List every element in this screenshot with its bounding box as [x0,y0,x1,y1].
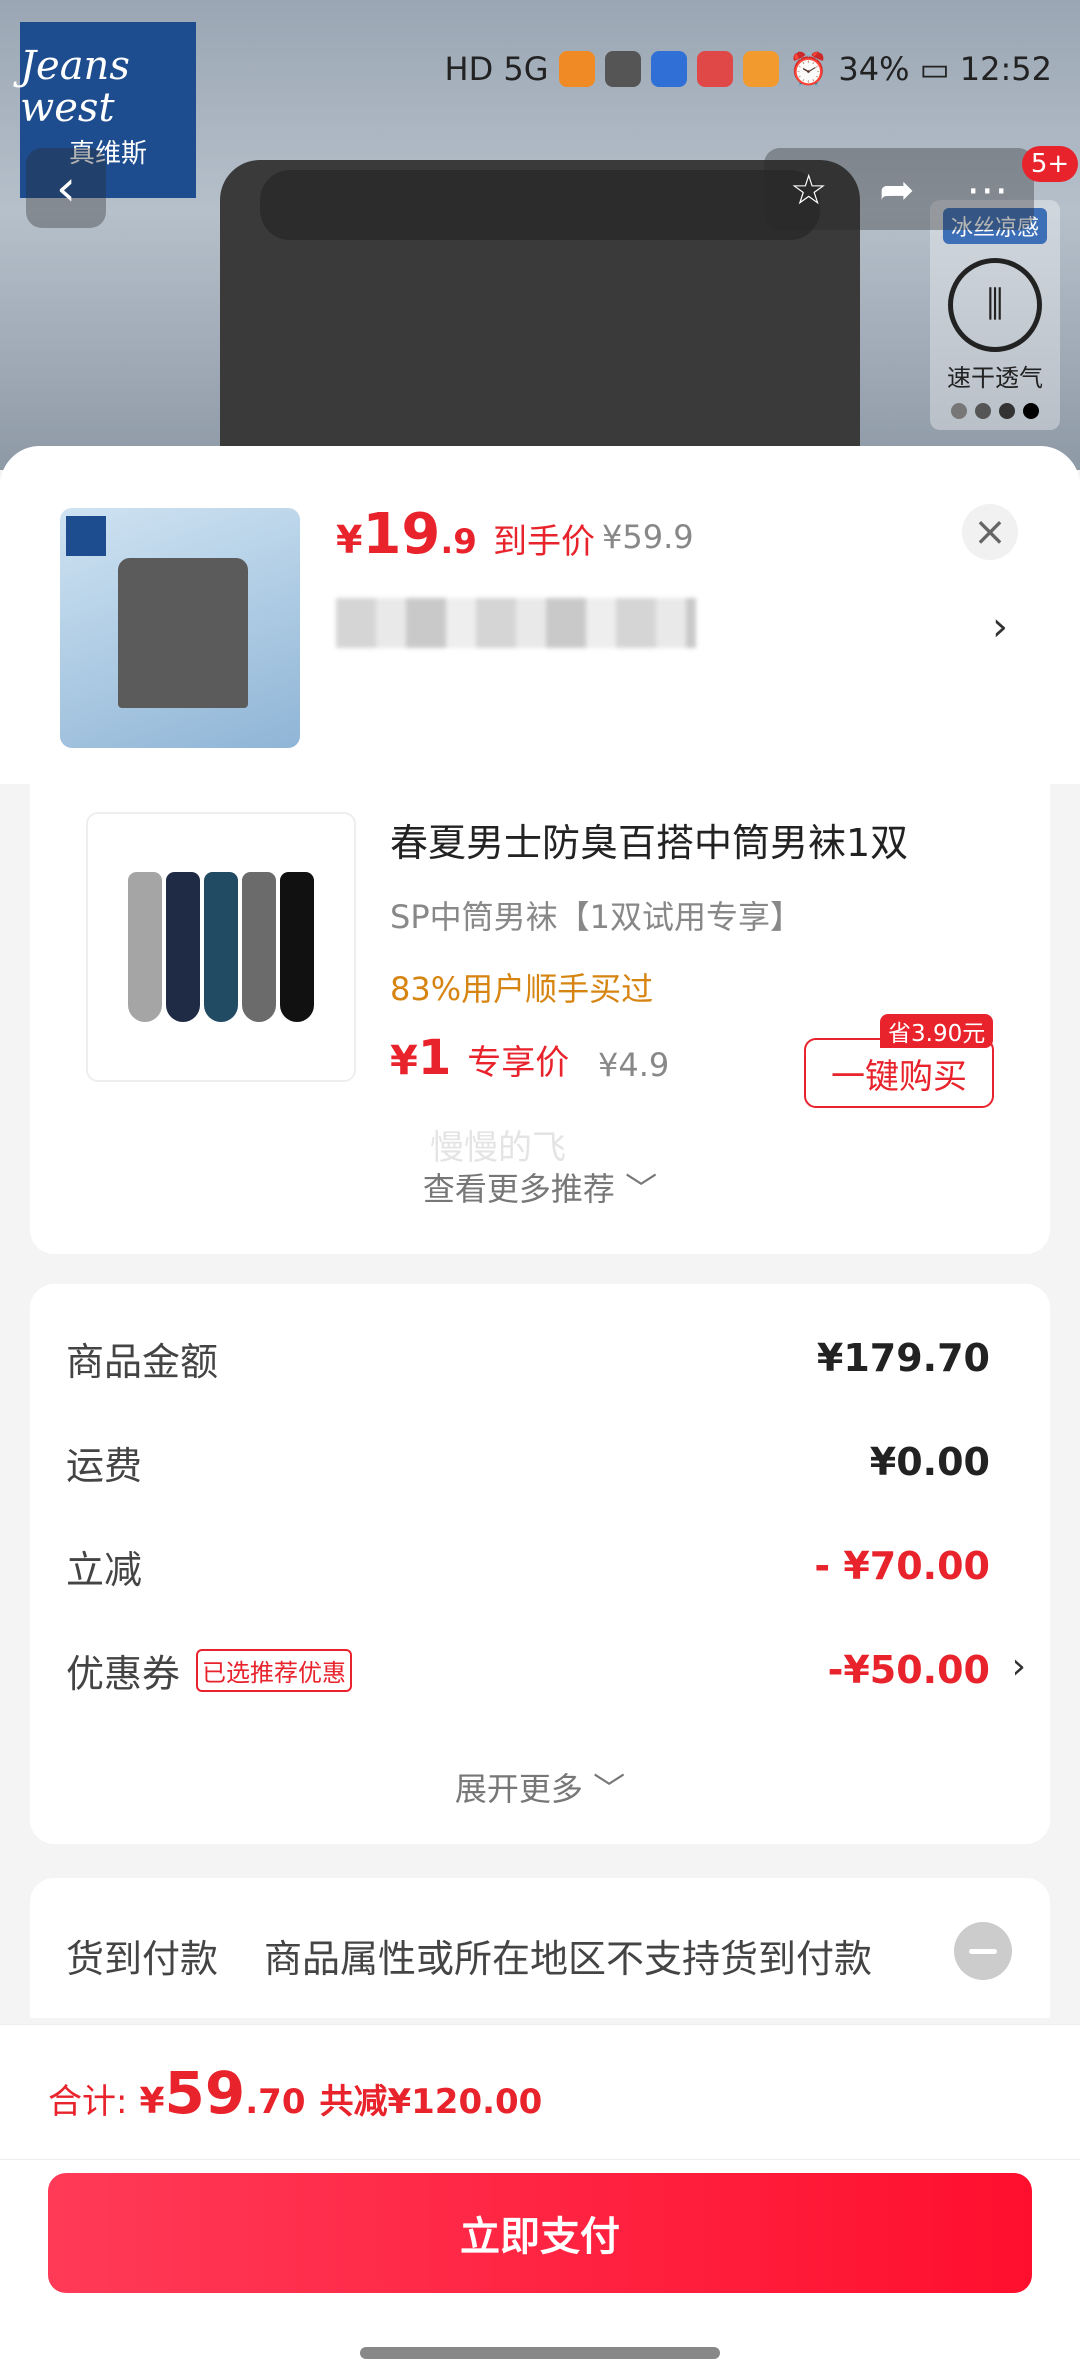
sheet-header: ¥ 19 .9 到手价 ¥59.9 × › [0,446,1080,784]
total-decimal: .70 [245,2082,306,2122]
price-currency: ¥ [336,518,363,562]
total-integer: 59 [164,2059,246,2127]
chevron-right-icon[interactable]: › [1012,1646,1026,1687]
summary-label: 优惠券 [66,1651,181,1696]
close-icon: × [973,509,1007,555]
summary-row-subtotal: 商品金额 ¥179.70 [66,1328,990,1388]
close-button[interactable]: × [962,504,1018,560]
socks-image[interactable] [86,812,356,1082]
reco-buyers: 83%用户顺手买过 [390,970,654,1008]
price-decimal: .9 [440,522,477,562]
share-icon[interactable]: ➦ [879,165,914,214]
summary-row-discount: 立减 - ¥70.00 [66,1536,990,1596]
coupon-label-group: 优惠券 已选推荐优惠 [66,1643,353,1698]
app-notification-icon [558,51,595,87]
one-click-buy-button[interactable]: 一键购买 [804,1038,994,1108]
status-bar: HD 5G ⏰ 34% ▭ 12:52 [445,50,1052,88]
checkout-footer: 合计: ¥ 59 .70 共减¥120.00 立即支付 [0,2024,1080,2377]
save-badge: 省3.90元 [880,1014,994,1048]
reco-subtitle: SP中筒男袜【1双试用专享】 [390,898,802,936]
thumb-brand-logo [66,516,106,556]
total-currency: ¥ [139,2081,165,2122]
color-dot [999,403,1015,419]
back-icon: ‹ [56,159,76,217]
sock-navy [166,872,200,1022]
top-action-bar: ☆ ➦ ⋯ [764,148,1034,230]
home-indicator[interactable] [360,2347,720,2359]
feature-tag-panel: 冰丝凉感 ⫼ 速干透气 [930,200,1060,430]
thumb-shorts-image [118,558,248,708]
more-icon[interactable]: ⋯ [966,165,1008,214]
sock-black [280,872,314,1022]
battery-percent: 34% [838,50,910,88]
footer-divider [0,2159,1080,2160]
price-label: 到手价 [492,522,595,562]
reco-price-label: 专享价 [467,1043,570,1083]
feature-tag-quick-dry: 速干透气 [947,364,1043,392]
cod-label: 货到付款 [66,1937,219,1981]
summary-value: -¥50.00 [827,1648,990,1692]
reco-original-price: ¥4.9 [598,1046,670,1084]
reco-price-currency: ¥ [390,1038,418,1084]
reco-price-value: 1 [417,1030,452,1086]
summary-row-coupon[interactable]: 优惠券 已选推荐优惠 -¥50.00 [66,1640,990,1700]
signal-indicator: HD 5G [444,50,549,88]
baidu-icon [650,51,687,87]
sock-teal [204,872,238,1022]
wechat-icon [604,51,641,87]
price-integer: 19 [362,502,441,567]
price-summary-card: 商品金额 ¥179.70 运费 ¥0.00 立减 - ¥70.00 优惠券 已选… [30,1284,1050,1844]
summary-label: 立减 [66,1547,143,1592]
battery-icon: ▭ [919,50,950,88]
more-recommendations-link[interactable]: 查看更多推荐 ﹀ [30,1164,1050,1210]
original-price: ¥59.9 [602,518,694,556]
star-icon[interactable]: ☆ [790,165,828,214]
total-saved: 共减¥120.00 [319,2082,543,2122]
sock-darkgray [242,872,276,1022]
minus-circle-icon [954,1922,1012,1980]
sock-gray [128,872,162,1022]
summary-value: ¥0.00 [869,1440,990,1484]
color-dots [951,403,1039,419]
huawei-icon [696,51,733,87]
cod-description: 商品属性或所在地区不支持货到付款 [264,1937,873,1981]
summary-label: 运费 [66,1443,143,1488]
brand-logo-en: Jeans west [20,43,130,131]
total-label: 合计: [48,2082,128,2122]
watermark: 慢慢的飞 [430,1128,566,1168]
summary-row-shipping: 运费 ¥0.00 [66,1432,990,1492]
alarm-icon: ⏰ [788,50,829,88]
shorts-waistband [260,170,820,240]
recommendation-card: 春夏男士防臭百搭中筒男袜1双 SP中筒男袜【1双试用专享】 83%用户顺手买过 … [30,784,1050,1254]
clock: 12:52 [959,50,1052,88]
reco-title[interactable]: 春夏男士防臭百搭中筒男袜1双 [390,812,908,867]
summary-label: 商品金额 [66,1339,219,1384]
pay-now-button[interactable]: 立即支付 [48,2173,1032,2293]
total-amount: 合计: ¥ 59 .70 共减¥120.00 [48,2059,542,2127]
cash-on-delivery-card: 货到付款 商品属性或所在地区不支持货到付款 [30,1878,1050,2018]
summary-value: ¥179.70 [816,1336,990,1380]
color-dot [1023,403,1039,419]
summary-value: - ¥70.00 [814,1544,990,1588]
game-icon [742,51,779,87]
coupon-tag: 已选推荐优惠 [196,1648,353,1692]
quick-dry-icon: ⫼ [948,258,1042,352]
color-dot [975,403,991,419]
selected-spec-blurred[interactable] [336,598,696,648]
back-button[interactable]: ‹ [26,148,106,228]
color-dot [951,403,967,419]
chevron-right-icon[interactable]: › [992,604,1008,650]
expand-more-link[interactable]: 展开更多 ﹀ [30,1764,1050,1810]
notification-badge: 5+ [1022,146,1078,182]
reco-price: ¥ 1 专享价 [390,1030,569,1086]
final-price: ¥ 19 .9 到手价 [336,502,595,567]
product-thumbnail[interactable] [60,508,300,748]
